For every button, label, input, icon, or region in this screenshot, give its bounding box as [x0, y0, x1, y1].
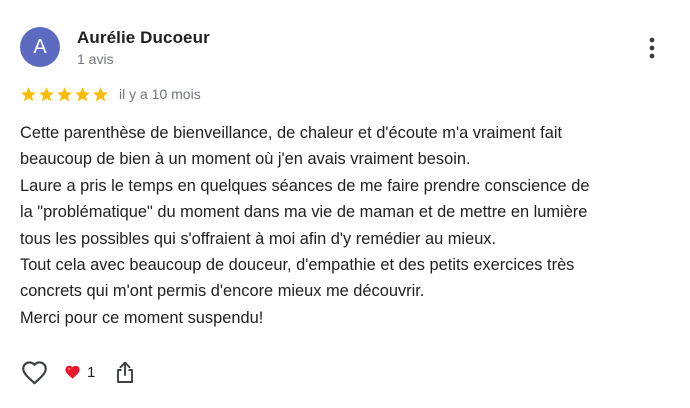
more-vert-icon: [649, 37, 655, 59]
share-button[interactable]: [113, 358, 137, 386]
review-card: A Aurélie Ducoeur 1 avis il y a 10 mois …: [0, 0, 690, 408]
review-text-line: la "problématique" du moment dans ma vie…: [20, 203, 588, 222]
review-text: Cette parenthèse de bienveillance, de ch…: [20, 120, 680, 331]
review-text-line: Tout cela avec beaucoup de douceur, d'em…: [20, 256, 575, 275]
star-icon: [74, 86, 91, 103]
star-icon: [92, 86, 109, 103]
author-name[interactable]: Aurélie Ducoeur: [77, 28, 210, 48]
star-icon: [38, 86, 55, 103]
review-date: il y a 10 mois: [119, 86, 201, 102]
like-button[interactable]: [20, 358, 48, 386]
star-icon: [56, 86, 73, 103]
heart-outline-icon: [21, 360, 47, 384]
reaction-summary[interactable]: 1: [64, 364, 95, 381]
red-heart-icon: [65, 365, 80, 379]
review-text-line: tous les possibles qui s'offraient à moi…: [20, 229, 497, 248]
avatar-initial: A: [33, 36, 47, 58]
review-actions: 1: [20, 358, 137, 386]
avatar[interactable]: A: [20, 27, 60, 67]
review-text-line: concrets qui m'ont permis d'encore mieux…: [20, 282, 425, 301]
review-text-line: Merci pour ce moment suspendu!: [20, 308, 264, 327]
review-text-line: Laure a pris le temps en quelques séance…: [20, 176, 590, 195]
reaction-count: 1: [87, 363, 96, 381]
review-text-line: Cette parenthèse de bienveillance, de ch…: [20, 124, 563, 142]
share-icon: [117, 361, 134, 383]
star-icon: [20, 86, 37, 103]
star-rating: [20, 86, 109, 103]
rating-row: il y a 10 mois: [20, 85, 201, 103]
more-options-button[interactable]: [640, 34, 664, 62]
author-review-count: 1 avis: [77, 51, 114, 67]
review-text-line: beaucoup de bien à un moment où j'en ava…: [20, 150, 471, 169]
